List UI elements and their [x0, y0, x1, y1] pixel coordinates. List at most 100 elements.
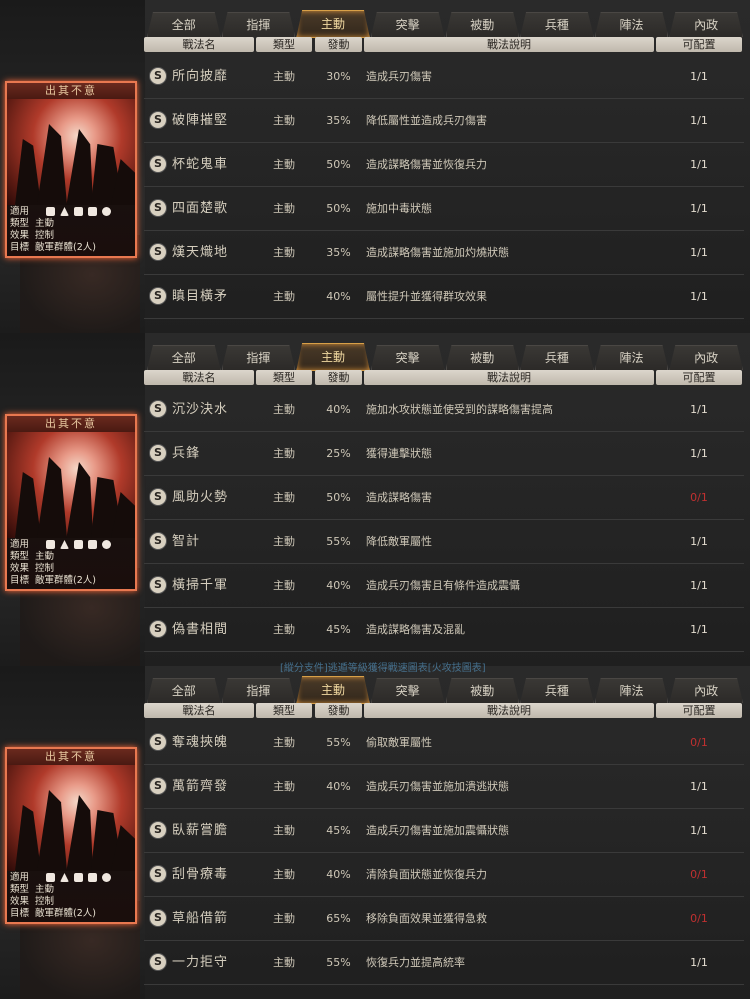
tactic-rate: 50% [326, 491, 351, 504]
tactic-card[interactable]: 出其不意 適用 類型 主動 效果 控制 目標 敵軍群體(2人) [5, 747, 137, 924]
column-header-cfg[interactable]: 可配置 [656, 37, 742, 52]
tactic-row[interactable]: S 兵鋒 主動 25% 獲得連擊狀態 1/1 [144, 432, 744, 476]
siege-icon [102, 540, 111, 549]
column-header-name[interactable]: 戰法名 [144, 703, 254, 718]
card-art [7, 432, 135, 538]
tactic-config-count: 1/1 [690, 70, 708, 83]
tab-3[interactable]: 突擊 [370, 12, 445, 37]
target-label: 目標 [10, 242, 30, 253]
tactic-name: 瞋目橫矛 [172, 289, 229, 304]
tactic-config-count: 0/1 [690, 868, 708, 881]
tab-6[interactable]: 陣法 [594, 678, 669, 703]
tactic-rate: 50% [326, 202, 351, 215]
tab-0[interactable]: 全部 [147, 12, 221, 37]
column-header-type[interactable]: 類型 [256, 703, 312, 718]
tab-4[interactable]: 被動 [445, 12, 520, 37]
apply-label: 適用 [10, 872, 30, 883]
tactic-name: 兵鋒 [172, 446, 201, 461]
tactic-description: 造成謀略傷害並恢復兵力 [366, 158, 487, 171]
tactic-name: 橫掃千軍 [172, 578, 229, 593]
tactic-rate: 55% [326, 736, 351, 749]
card-effect-line: 效果 控制 [10, 896, 60, 908]
tactic-row[interactable]: S 臥薪嘗膽 主動 45% 造成兵刃傷害並施加震懾狀態 1/1 [144, 809, 744, 853]
spear-icon [88, 540, 97, 549]
warrior-silhouette [66, 129, 93, 205]
column-header-desc[interactable]: 戰法說明 [364, 703, 654, 718]
tab-7[interactable]: 內政 [669, 345, 743, 370]
tab-0[interactable]: 全部 [147, 345, 221, 370]
s-rank-icon: S [149, 67, 167, 85]
tactic-row[interactable]: S 萬箭齊發 主動 40% 造成兵刃傷害並施加潰逃狀態 1/1 [144, 765, 744, 809]
column-header-name[interactable]: 戰法名 [144, 37, 254, 52]
tab-2[interactable]: 主動 [296, 10, 370, 38]
tab-5[interactable]: 兵種 [520, 12, 594, 37]
tactic-row[interactable]: S 一力拒守 主動 55% 恢復兵力並提高統率 1/1 [144, 941, 744, 985]
tactic-description: 降低屬性並造成兵刃傷害 [366, 114, 487, 127]
tab-4[interactable]: 被動 [445, 678, 520, 703]
type-value: 主動 [35, 884, 55, 895]
tactic-row[interactable]: S 所向披靡 主動 30% 造成兵刃傷害 1/1 [144, 55, 744, 99]
tactic-name: 智計 [172, 534, 201, 549]
tab-0[interactable]: 全部 [147, 678, 221, 703]
tab-3[interactable]: 突擊 [370, 678, 445, 703]
s-rank-icon: S [149, 821, 167, 839]
tactic-name: 奪魂挾魄 [172, 735, 229, 750]
column-header-cfg[interactable]: 可配置 [656, 703, 742, 718]
tab-6[interactable]: 陣法 [594, 12, 669, 37]
tactic-row[interactable]: S 風助火勢 主動 50% 造成謀略傷害 0/1 [144, 476, 744, 520]
tactic-name: 所向披靡 [172, 69, 229, 84]
column-header-type[interactable]: 類型 [256, 370, 312, 385]
tactic-card[interactable]: 出其不意 適用 類型 主動 效果 控制 目標 敵軍群體(2人) [5, 81, 137, 258]
target-value: 敵軍群體(2人) [35, 575, 96, 586]
tactic-card[interactable]: 出其不意 適用 類型 主動 效果 控制 目標 敵軍群體(2人) [5, 414, 137, 591]
tactic-row[interactable]: S 奪魂挾魄 主動 55% 偷取敵軍屬性 0/1 [144, 721, 744, 765]
tactic-row[interactable]: S 草船借箭 主動 65% 移除負面效果並獲得急救 0/1 [144, 897, 744, 941]
column-header-rate[interactable]: 發動 [315, 703, 362, 718]
tactic-row[interactable]: S 偽書相間 主動 45% 造成謀略傷害及混亂 1/1 [144, 608, 744, 652]
tactic-description: 移除負面效果並獲得急救 [366, 912, 487, 925]
siege-icon [102, 207, 111, 216]
type-value: 主動 [35, 218, 55, 229]
event-banner: [縱分支件]逃遁等級獲得戰速圖表[火攻技圖表] [280, 663, 486, 674]
s-rank-icon: S [149, 953, 167, 971]
tab-2[interactable]: 主動 [296, 343, 370, 371]
tactic-type: 主動 [273, 736, 295, 749]
tactic-row[interactable]: S 智計 主動 55% 降低敵軍屬性 1/1 [144, 520, 744, 564]
tactic-rate: 30% [326, 70, 351, 83]
tab-1[interactable]: 指揮 [221, 678, 296, 703]
tab-6[interactable]: 陣法 [594, 345, 669, 370]
column-header-rate[interactable]: 發動 [315, 37, 362, 52]
warrior-silhouette [37, 124, 67, 205]
column-header-name[interactable]: 戰法名 [144, 370, 254, 385]
column-header-cfg[interactable]: 可配置 [656, 370, 742, 385]
tactic-row[interactable]: S 沉沙決水 主動 40% 施加水攻狀態並使受到的謀略傷害提高 1/1 [144, 388, 744, 432]
tactic-row[interactable]: S 四面楚歌 主動 50% 施加中毒狀態 1/1 [144, 187, 744, 231]
tactic-name: 杯蛇鬼車 [172, 157, 229, 172]
tactic-row[interactable]: S 熯天熾地 主動 35% 造成謀略傷害並施加灼燒狀態 1/1 [144, 231, 744, 275]
card-effect-line: 效果 控制 [10, 563, 60, 575]
unit-icons [46, 207, 111, 216]
tab-7[interactable]: 內政 [669, 678, 743, 703]
column-header-desc[interactable]: 戰法說明 [364, 370, 654, 385]
column-header-type[interactable]: 類型 [256, 37, 312, 52]
tactic-row[interactable]: S 杯蛇鬼車 主動 50% 造成謀略傷害並恢復兵力 1/1 [144, 143, 744, 187]
tab-4[interactable]: 被動 [445, 345, 520, 370]
tab-1[interactable]: 指揮 [221, 12, 296, 37]
tab-1[interactable]: 指揮 [221, 345, 296, 370]
tactic-row[interactable]: S 破陣摧堅 主動 35% 降低屬性並造成兵刃傷害 1/1 [144, 99, 744, 143]
column-header-rate[interactable]: 發動 [315, 370, 362, 385]
tactic-row[interactable]: S 瞋目橫矛 主動 40% 屬性提升並獲得群攻效果 1/1 [144, 275, 744, 319]
column-header-desc[interactable]: 戰法說明 [364, 37, 654, 52]
tab-7[interactable]: 內政 [669, 12, 743, 37]
tab-2[interactable]: 主動 [296, 676, 370, 704]
tactic-row[interactable]: S 橫掃千軍 主動 40% 造成兵刃傷害且有條件造成震懾 1/1 [144, 564, 744, 608]
tactic-row[interactable]: S 刮骨療毒 主動 40% 清除負面狀態並恢復兵力 0/1 [144, 853, 744, 897]
tab-5[interactable]: 兵種 [520, 345, 594, 370]
tab-5[interactable]: 兵種 [520, 678, 594, 703]
tab-3[interactable]: 突擊 [370, 345, 445, 370]
tactic-rate: 55% [326, 535, 351, 548]
effect-value: 控制 [35, 230, 55, 241]
tactic-description: 造成兵刃傷害且有條件造成震懾 [366, 579, 520, 592]
tactic-rate: 35% [326, 114, 351, 127]
tab-bar: 全部 指揮 主動 突擊 被動 兵種 陣法 內政 [147, 10, 743, 38]
